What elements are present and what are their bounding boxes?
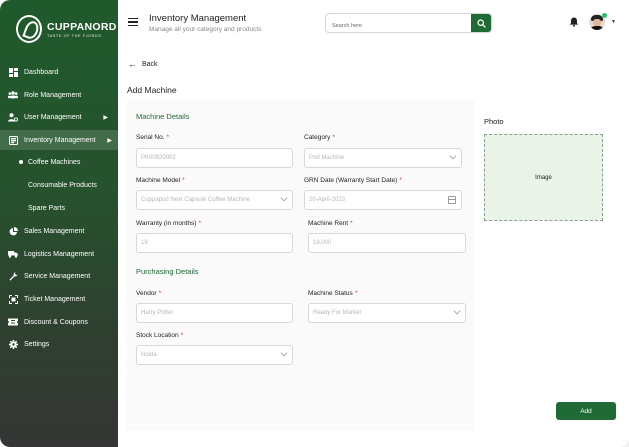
ticket-icon bbox=[8, 294, 18, 304]
serial-label: Serial No. * bbox=[136, 134, 170, 141]
back-label: Back bbox=[142, 60, 158, 68]
category-select[interactable]: Pod Machine bbox=[304, 148, 462, 168]
sidebar-item-label: Settings bbox=[24, 340, 50, 348]
sidebar-item-settings[interactable]: Settings bbox=[8, 334, 114, 354]
sidebar-subitem-consumable-products[interactable]: Consumable Products bbox=[28, 175, 97, 195]
menu-icon[interactable] bbox=[128, 18, 138, 26]
sidebar-item-label: User Management bbox=[24, 113, 82, 121]
stock-location-select[interactable]: Noida bbox=[136, 345, 293, 365]
grn-date-label: GRN Date (Warranty Start Date) * bbox=[304, 177, 402, 184]
chevron-down-icon[interactable]: ▼ bbox=[611, 19, 616, 25]
sidebar-item-inventory-management[interactable]: Inventory Management ▶ bbox=[0, 130, 118, 150]
add-button[interactable]: Add bbox=[556, 402, 616, 420]
add-machine-form: Machine Details Serial No. * PK00920002 C… bbox=[127, 100, 619, 431]
brand-tagline: TASTE OF THE FJORDS bbox=[47, 33, 102, 38]
search-button[interactable] bbox=[471, 14, 491, 32]
rent-label: Machine Rent * bbox=[308, 220, 353, 227]
page-header-title: Inventory Management bbox=[149, 13, 247, 24]
brand-logo[interactable]: CUPPANORD TASTE OF THE FJORDS bbox=[16, 12, 117, 46]
chevron-down-icon bbox=[280, 194, 288, 202]
grn-date-field[interactable]: 20-April-2023 bbox=[304, 190, 462, 210]
sidebar-item-sales-management[interactable]: Sales Management bbox=[8, 221, 114, 241]
sidebar-item-label: Ticket Management bbox=[24, 295, 86, 303]
category-label: Category * bbox=[304, 134, 335, 141]
arrow-left-icon: ← bbox=[128, 59, 137, 69]
warranty-label: Warranty (in months) * bbox=[136, 220, 201, 227]
image-placeholder-label: Image bbox=[535, 174, 552, 181]
sidebar-item-label: Logistics Management bbox=[24, 250, 95, 258]
brand-name: CUPPANORD bbox=[47, 20, 117, 33]
machine-model-select[interactable]: Cuppapod Next Capsule Coffee Machine bbox=[136, 190, 293, 210]
page-title: Add Machine bbox=[127, 85, 177, 95]
sidebar-item-dashboard[interactable]: Dashboard bbox=[8, 62, 114, 82]
pie-chart-icon bbox=[8, 226, 18, 236]
machine-rent-field[interactable]: 19,000 bbox=[308, 233, 466, 253]
sidebar-item-label: Role Management bbox=[24, 91, 82, 99]
gear-icon bbox=[8, 339, 18, 349]
vendor-label: Vendor * bbox=[136, 290, 162, 297]
machine-details-title: Machine Details bbox=[136, 112, 190, 121]
chevron-down-icon bbox=[449, 152, 457, 160]
page-header-subtitle: Manage all your category and products bbox=[149, 26, 262, 33]
machine-status-select[interactable]: Ready For Market bbox=[308, 303, 466, 323]
wrench-icon bbox=[8, 271, 18, 281]
caret-right-icon: ▶ bbox=[103, 114, 108, 121]
stock-location-label: Stock Location * bbox=[136, 332, 184, 339]
sidebar-item-label: Inventory Management bbox=[24, 136, 96, 144]
warranty-field[interactable]: 19 bbox=[136, 233, 293, 253]
main-area: Inventory Management Manage all your cat… bbox=[118, 0, 629, 447]
content-panel: ← Back Add Machine Machine Details Seria… bbox=[118, 44, 629, 447]
sidebar-item-label: Dashboard bbox=[24, 68, 59, 76]
purchasing-details-title: Purchasing Details bbox=[136, 267, 199, 276]
model-label: Machine Model * bbox=[136, 177, 185, 184]
online-status-dot bbox=[602, 13, 607, 18]
sidebar: CUPPANORD TASTE OF THE FJORDS Dashboard … bbox=[0, 0, 118, 447]
truck-icon bbox=[8, 249, 18, 259]
caret-down-icon: ▶ bbox=[107, 137, 112, 144]
sidebar-item-role-management[interactable]: Role Management bbox=[8, 85, 114, 105]
search-bar bbox=[325, 13, 492, 33]
dashboard-icon bbox=[8, 67, 18, 77]
coffee-leaf-logo-icon bbox=[16, 15, 42, 43]
serial-number-field[interactable]: PK00920002 bbox=[136, 148, 293, 168]
inventory-icon bbox=[8, 135, 18, 145]
sidebar-item-label: Discount & Coupons bbox=[24, 318, 88, 326]
bell-icon[interactable] bbox=[569, 17, 579, 27]
chevron-down-icon bbox=[280, 349, 288, 357]
sidebar-item-service-management[interactable]: Service Management bbox=[8, 266, 114, 286]
photo-upload-area[interactable]: Image bbox=[484, 134, 603, 221]
coupon-icon bbox=[8, 317, 18, 327]
search-input[interactable] bbox=[326, 17, 466, 32]
vendor-field[interactable]: Harry Potter bbox=[136, 303, 293, 323]
sidebar-subitem-spare-parts[interactable]: Spare Parts bbox=[28, 198, 65, 218]
sidebar-item-logistics-management[interactable]: Logistics Management bbox=[8, 244, 114, 264]
machine-status-label: Machine Status * bbox=[308, 290, 358, 297]
top-bar: Inventory Management Manage all your cat… bbox=[118, 0, 629, 44]
back-button[interactable]: ← Back bbox=[128, 59, 158, 69]
sidebar-item-ticket-management[interactable]: Ticket Management bbox=[8, 289, 114, 309]
calendar-icon[interactable] bbox=[448, 196, 456, 204]
search-icon bbox=[476, 18, 486, 28]
sidebar-item-label: Sales Management bbox=[24, 227, 85, 235]
sidebar-subitem-coffee-machines[interactable]: Coffee Machines bbox=[18, 152, 80, 172]
sidebar-item-user-management[interactable]: User Management ▶ bbox=[8, 107, 114, 127]
sidebar-item-label: Service Management bbox=[24, 272, 91, 280]
chevron-down-icon bbox=[453, 307, 461, 315]
users-icon bbox=[8, 90, 18, 100]
sidebar-item-discount-coupons[interactable]: Discount & Coupons bbox=[8, 312, 114, 332]
user-gear-icon bbox=[8, 112, 18, 122]
photo-label: Photo bbox=[484, 117, 504, 126]
